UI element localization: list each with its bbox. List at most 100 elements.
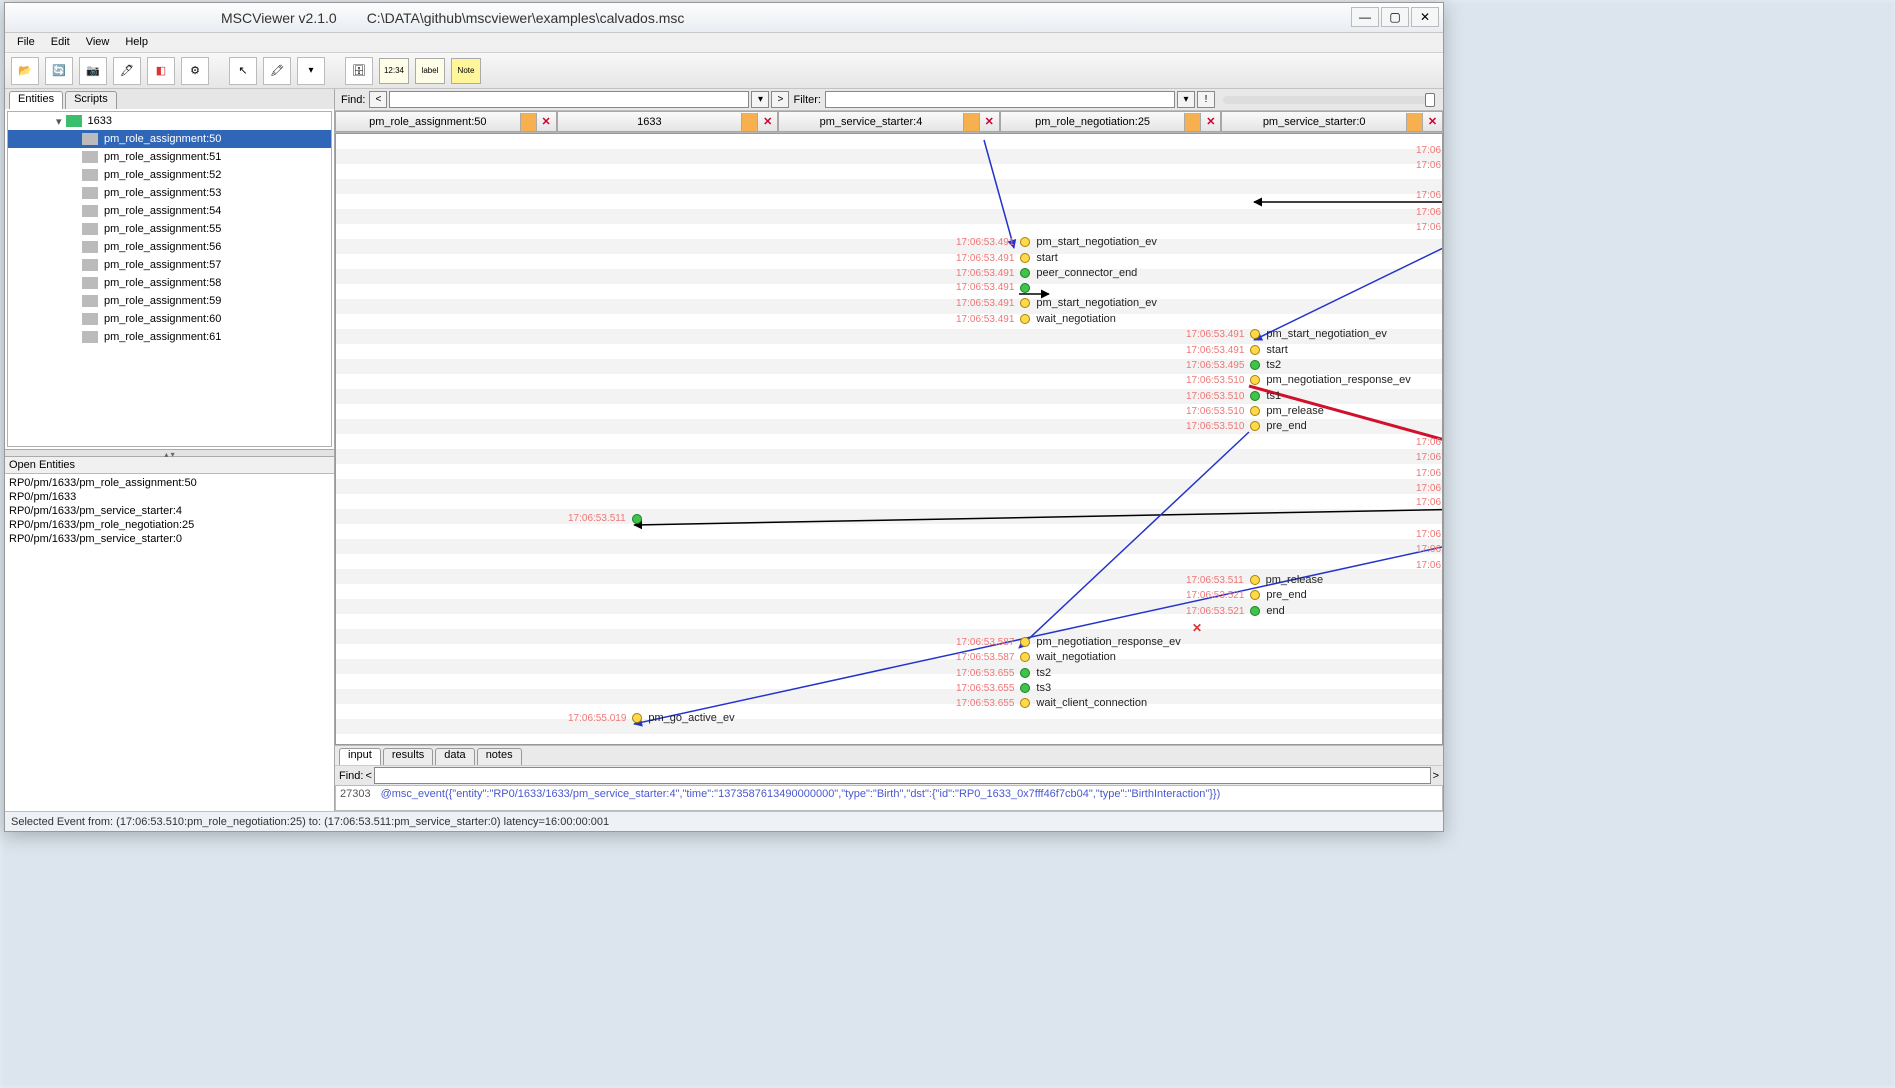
tab-data[interactable]: data <box>435 748 474 765</box>
refresh-button[interactable] <box>45 57 73 85</box>
event[interactable]: 17:06:53.491 <box>956 282 1036 293</box>
entity-tree[interactable]: ▾ 1633 pm_role_assignment:50pm_role_assi… <box>7 111 332 447</box>
lane-close-button[interactable]: ✕ <box>536 113 556 131</box>
bottom-find-prev[interactable]: < <box>365 770 371 782</box>
toggle-label[interactable]: label <box>415 58 445 84</box>
filter-bang[interactable]: ! <box>1197 91 1215 108</box>
event[interactable]: 17:06:53.521end <box>1186 605 1285 617</box>
tree-item[interactable]: pm_role_assignment:57 <box>8 256 331 274</box>
event[interactable]: 17:06:53.510pm_negotiation_response_ev <box>1186 374 1411 386</box>
event[interactable]: 17:06:53.521pre_end <box>1186 589 1307 601</box>
tree-item[interactable]: pm_role_assignment:51 <box>8 148 331 166</box>
zoom-slider[interactable] <box>1223 96 1433 104</box>
event[interactable]: 17:06:53.511pm_negotiation_response_ev <box>1416 436 1443 448</box>
tree-item[interactable]: pm_role_assignment:59 <box>8 292 331 310</box>
tree-item[interactable]: pm_role_assignment:53 <box>8 184 331 202</box>
open-entity-item[interactable]: RP0/pm/1633/pm_service_starter:4 <box>9 504 330 518</box>
splitter-h[interactable]: ▴ ▾ <box>5 449 334 457</box>
settings-button[interactable] <box>181 57 209 85</box>
event[interactable]: 17:06:53.511ts2 <box>1416 467 1443 479</box>
close-button[interactable]: ✕ <box>1411 7 1439 27</box>
filter-dd[interactable]: ▾ <box>1177 91 1195 108</box>
tree-item[interactable]: pm_role_assignment:61 <box>8 328 331 346</box>
find-input[interactable] <box>389 91 749 108</box>
lane-color-button[interactable] <box>1184 113 1200 131</box>
lane-color-button[interactable] <box>963 113 979 131</box>
screenshot-button[interactable] <box>79 57 107 85</box>
event[interactable]: 17:06:53.655ts3 <box>956 682 1051 694</box>
find-prev[interactable]: < <box>369 91 387 108</box>
event[interactable]: 17:06:53.491wait_negotiation <box>1416 221 1443 233</box>
tree-item[interactable]: pm_role_assignment:52 <box>8 166 331 184</box>
open-entity-item[interactable]: RP0/pm/1633/pm_service_starter:0 <box>9 532 330 546</box>
lane-close-button[interactable]: ✕ <box>1200 113 1220 131</box>
event[interactable]: 17:06:53.491peer_connector_end <box>956 267 1137 279</box>
find-next[interactable]: > <box>771 91 789 108</box>
menu-file[interactable]: File <box>11 35 41 50</box>
tab-results[interactable]: results <box>383 748 433 765</box>
event[interactable]: 17:06:53.511ts3 <box>1416 482 1443 494</box>
tab-scripts[interactable]: Scripts <box>65 91 117 109</box>
tree-item[interactable]: pm_role_assignment:50 <box>8 130 331 148</box>
event[interactable]: 17:06:53.511pm_release <box>1186 574 1323 586</box>
lane-color-button[interactable] <box>520 113 536 131</box>
event[interactable]: 17:06:53.511pm_go_active_ev <box>1416 528 1443 540</box>
lane-close-button[interactable]: ✕ <box>1422 113 1442 131</box>
minimize-button[interactable]: — <box>1351 7 1379 27</box>
lane-close-button[interactable]: ✕ <box>979 113 999 131</box>
lane-color-button[interactable] <box>1406 113 1422 131</box>
lane-close-button[interactable]: ✕ <box>757 113 777 131</box>
event[interactable]: 17:06:53.491start <box>956 252 1058 264</box>
open-entity-item[interactable]: RP0/pm/1633 <box>9 490 330 504</box>
tree-item[interactable]: pm_role_assignment:60 <box>8 310 331 328</box>
menu-view[interactable]: View <box>80 35 116 50</box>
event[interactable]: 17:06:53.511wait_role <box>1416 559 1443 571</box>
event[interactable]: 17:06:53.491pm_start_negotiation_ev <box>1416 206 1443 218</box>
tree-root[interactable]: ▾ 1633 <box>8 112 331 130</box>
event[interactable]: 17:06:53.587pm_negotiation_response_ev <box>956 636 1181 648</box>
bottom-find-input[interactable] <box>374 767 1431 784</box>
event[interactable]: 17:06:53.491pm_start_negotiation_ev <box>956 236 1157 248</box>
db-icon[interactable] <box>345 57 373 85</box>
event[interactable]: 17:06:53.510pm_release <box>1186 405 1324 417</box>
lane-color-button[interactable] <box>741 113 757 131</box>
event[interactable]: 17:06:53.491wait_negotiation <box>956 313 1116 325</box>
event[interactable]: 17:06:53.491start <box>1416 144 1443 156</box>
pointer-tool[interactable] <box>229 57 257 85</box>
highlight-tool[interactable] <box>263 57 291 85</box>
marker-button[interactable] <box>113 57 141 85</box>
tree-item[interactable]: pm_role_assignment:54 <box>8 202 331 220</box>
find-dd[interactable]: ▾ <box>751 91 769 108</box>
toggle-note[interactable]: Note <box>451 58 481 84</box>
event[interactable]: 17:06:53.511 <box>568 513 648 524</box>
event[interactable]: 17:06:53.491pm_start_negotiation_ev <box>956 297 1157 309</box>
toggle-time[interactable]: 12:34 <box>379 58 409 84</box>
tool-dropdown[interactable] <box>297 57 325 85</box>
tree-item[interactable]: pm_role_assignment:58 <box>8 274 331 292</box>
event[interactable]: 17:06:53.495ts2 <box>1186 359 1281 371</box>
collapse-icon[interactable]: ▾ <box>56 115 62 128</box>
sequence-diagram[interactable]: 17:06:53.491start 17:06:53.491peer_connec… <box>335 133 1443 745</box>
event[interactable]: 17:06:53.510ts1 <box>1186 390 1281 402</box>
event[interactable]: 17:06:53.510pre_end <box>1186 420 1307 432</box>
event[interactable]: 17:06:53.655wait_client_connection <box>956 697 1147 709</box>
event[interactable]: 17:06:53.655ts2 <box>956 667 1051 679</box>
menu-edit[interactable]: Edit <box>45 35 76 50</box>
event[interactable]: 17:06:53.491 <box>1416 190 1443 201</box>
tab-notes[interactable]: notes <box>477 748 522 765</box>
open-entity-item[interactable]: RP0/pm/1633/pm_role_negotiation:25 <box>9 518 330 532</box>
clear-button[interactable] <box>147 57 175 85</box>
maximize-button[interactable]: ▢ <box>1381 7 1409 27</box>
event[interactable]: 17:06:55.019pm_go_active_ev <box>568 712 735 724</box>
event[interactable]: 17:06:53.491peer_connector_end <box>1416 159 1443 171</box>
event[interactable]: 17:06:53.491start <box>1186 344 1288 356</box>
event[interactable]: 17:06:53.511ts4 <box>1416 543 1443 555</box>
event[interactable]: 17:06:53.491pm_start_negotiation_ev <box>1186 328 1387 340</box>
tab-input[interactable]: input <box>339 748 381 765</box>
tree-item[interactable]: pm_role_assignment:55 <box>8 220 331 238</box>
event[interactable]: ✕ <box>1186 621 1208 631</box>
tab-entities[interactable]: Entities <box>9 91 63 109</box>
event[interactable]: 17:06:53.511wait_negotiation <box>1416 451 1443 463</box>
tree-item[interactable]: pm_role_assignment:56 <box>8 238 331 256</box>
open-entity-item[interactable]: RP0/pm/1633/pm_role_assignment:50 <box>9 476 330 490</box>
